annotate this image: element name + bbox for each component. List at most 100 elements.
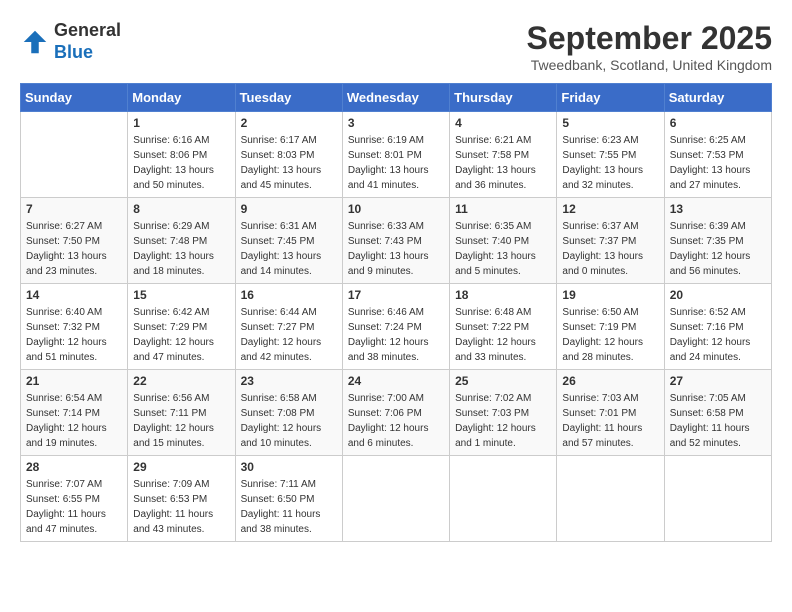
calendar-day-cell bbox=[664, 456, 771, 542]
calendar-day-cell bbox=[557, 456, 664, 542]
logo-line2: Blue bbox=[54, 42, 121, 64]
day-number: 19 bbox=[562, 288, 658, 302]
day-info: Sunrise: 6:52 AM Sunset: 7:16 PM Dayligh… bbox=[670, 305, 766, 365]
day-number: 23 bbox=[241, 374, 337, 388]
calendar-week-row: 1 Sunrise: 6:16 AM Sunset: 8:06 PM Dayli… bbox=[21, 112, 772, 198]
day-number: 1 bbox=[133, 116, 229, 130]
calendar-day-cell bbox=[21, 112, 128, 198]
day-number: 29 bbox=[133, 460, 229, 474]
calendar-day-cell: 11 Sunrise: 6:35 AM Sunset: 7:40 PM Dayl… bbox=[450, 198, 557, 284]
day-number: 13 bbox=[670, 202, 766, 216]
day-info: Sunrise: 7:00 AM Sunset: 7:06 PM Dayligh… bbox=[348, 391, 444, 451]
calendar-day-cell: 28 Sunrise: 7:07 AM Sunset: 6:55 PM Dayl… bbox=[21, 456, 128, 542]
logo-icon bbox=[20, 27, 50, 57]
day-number: 21 bbox=[26, 374, 122, 388]
location: Tweedbank, Scotland, United Kingdom bbox=[527, 57, 772, 73]
day-number: 7 bbox=[26, 202, 122, 216]
day-info: Sunrise: 6:25 AM Sunset: 7:53 PM Dayligh… bbox=[670, 133, 766, 193]
calendar-day-cell: 3 Sunrise: 6:19 AM Sunset: 8:01 PM Dayli… bbox=[342, 112, 449, 198]
calendar-day-cell: 30 Sunrise: 7:11 AM Sunset: 6:50 PM Dayl… bbox=[235, 456, 342, 542]
calendar-day-cell: 25 Sunrise: 7:02 AM Sunset: 7:03 PM Dayl… bbox=[450, 370, 557, 456]
weekday-header: Saturday bbox=[664, 84, 771, 112]
header: General Blue September 2025 Tweedbank, S… bbox=[20, 20, 772, 73]
calendar-day-cell: 17 Sunrise: 6:46 AM Sunset: 7:24 PM Dayl… bbox=[342, 284, 449, 370]
day-info: Sunrise: 6:48 AM Sunset: 7:22 PM Dayligh… bbox=[455, 305, 551, 365]
day-number: 28 bbox=[26, 460, 122, 474]
day-number: 16 bbox=[241, 288, 337, 302]
calendar-day-cell: 15 Sunrise: 6:42 AM Sunset: 7:29 PM Dayl… bbox=[128, 284, 235, 370]
weekday-header: Friday bbox=[557, 84, 664, 112]
weekday-header: Tuesday bbox=[235, 84, 342, 112]
day-info: Sunrise: 7:05 AM Sunset: 6:58 PM Dayligh… bbox=[670, 391, 766, 451]
day-info: Sunrise: 6:33 AM Sunset: 7:43 PM Dayligh… bbox=[348, 219, 444, 279]
calendar: SundayMondayTuesdayWednesdayThursdayFrid… bbox=[20, 83, 772, 542]
day-info: Sunrise: 7:09 AM Sunset: 6:53 PM Dayligh… bbox=[133, 477, 229, 537]
calendar-day-cell: 18 Sunrise: 6:48 AM Sunset: 7:22 PM Dayl… bbox=[450, 284, 557, 370]
logo-text: General Blue bbox=[54, 20, 121, 63]
day-number: 8 bbox=[133, 202, 229, 216]
day-info: Sunrise: 6:35 AM Sunset: 7:40 PM Dayligh… bbox=[455, 219, 551, 279]
header-row: SundayMondayTuesdayWednesdayThursdayFrid… bbox=[21, 84, 772, 112]
day-info: Sunrise: 6:16 AM Sunset: 8:06 PM Dayligh… bbox=[133, 133, 229, 193]
day-number: 5 bbox=[562, 116, 658, 130]
day-number: 20 bbox=[670, 288, 766, 302]
day-number: 14 bbox=[26, 288, 122, 302]
calendar-day-cell: 27 Sunrise: 7:05 AM Sunset: 6:58 PM Dayl… bbox=[664, 370, 771, 456]
calendar-day-cell: 4 Sunrise: 6:21 AM Sunset: 7:58 PM Dayli… bbox=[450, 112, 557, 198]
calendar-day-cell: 2 Sunrise: 6:17 AM Sunset: 8:03 PM Dayli… bbox=[235, 112, 342, 198]
month-year: September 2025 bbox=[527, 20, 772, 57]
day-number: 9 bbox=[241, 202, 337, 216]
title-area: September 2025 Tweedbank, Scotland, Unit… bbox=[527, 20, 772, 73]
day-info: Sunrise: 7:03 AM Sunset: 7:01 PM Dayligh… bbox=[562, 391, 658, 451]
calendar-day-cell: 22 Sunrise: 6:56 AM Sunset: 7:11 PM Dayl… bbox=[128, 370, 235, 456]
day-number: 15 bbox=[133, 288, 229, 302]
weekday-header: Wednesday bbox=[342, 84, 449, 112]
day-info: Sunrise: 7:07 AM Sunset: 6:55 PM Dayligh… bbox=[26, 477, 122, 537]
day-info: Sunrise: 7:11 AM Sunset: 6:50 PM Dayligh… bbox=[241, 477, 337, 537]
day-number: 11 bbox=[455, 202, 551, 216]
day-info: Sunrise: 6:27 AM Sunset: 7:50 PM Dayligh… bbox=[26, 219, 122, 279]
calendar-week-row: 7 Sunrise: 6:27 AM Sunset: 7:50 PM Dayli… bbox=[21, 198, 772, 284]
day-info: Sunrise: 6:17 AM Sunset: 8:03 PM Dayligh… bbox=[241, 133, 337, 193]
calendar-week-row: 14 Sunrise: 6:40 AM Sunset: 7:32 PM Dayl… bbox=[21, 284, 772, 370]
day-number: 24 bbox=[348, 374, 444, 388]
day-info: Sunrise: 7:02 AM Sunset: 7:03 PM Dayligh… bbox=[455, 391, 551, 451]
day-info: Sunrise: 6:39 AM Sunset: 7:35 PM Dayligh… bbox=[670, 219, 766, 279]
day-number: 25 bbox=[455, 374, 551, 388]
calendar-day-cell: 14 Sunrise: 6:40 AM Sunset: 7:32 PM Dayl… bbox=[21, 284, 128, 370]
day-info: Sunrise: 6:31 AM Sunset: 7:45 PM Dayligh… bbox=[241, 219, 337, 279]
calendar-day-cell: 29 Sunrise: 7:09 AM Sunset: 6:53 PM Dayl… bbox=[128, 456, 235, 542]
calendar-week-row: 21 Sunrise: 6:54 AM Sunset: 7:14 PM Dayl… bbox=[21, 370, 772, 456]
calendar-day-cell: 6 Sunrise: 6:25 AM Sunset: 7:53 PM Dayli… bbox=[664, 112, 771, 198]
day-info: Sunrise: 6:29 AM Sunset: 7:48 PM Dayligh… bbox=[133, 219, 229, 279]
day-number: 18 bbox=[455, 288, 551, 302]
calendar-day-cell: 23 Sunrise: 6:58 AM Sunset: 7:08 PM Dayl… bbox=[235, 370, 342, 456]
day-info: Sunrise: 6:50 AM Sunset: 7:19 PM Dayligh… bbox=[562, 305, 658, 365]
calendar-day-cell: 20 Sunrise: 6:52 AM Sunset: 7:16 PM Dayl… bbox=[664, 284, 771, 370]
weekday-header: Thursday bbox=[450, 84, 557, 112]
day-number: 2 bbox=[241, 116, 337, 130]
calendar-day-cell bbox=[450, 456, 557, 542]
day-number: 4 bbox=[455, 116, 551, 130]
day-number: 3 bbox=[348, 116, 444, 130]
calendar-day-cell: 12 Sunrise: 6:37 AM Sunset: 7:37 PM Dayl… bbox=[557, 198, 664, 284]
calendar-day-cell bbox=[342, 456, 449, 542]
calendar-day-cell: 8 Sunrise: 6:29 AM Sunset: 7:48 PM Dayli… bbox=[128, 198, 235, 284]
day-info: Sunrise: 6:42 AM Sunset: 7:29 PM Dayligh… bbox=[133, 305, 229, 365]
day-number: 17 bbox=[348, 288, 444, 302]
calendar-day-cell: 5 Sunrise: 6:23 AM Sunset: 7:55 PM Dayli… bbox=[557, 112, 664, 198]
day-info: Sunrise: 6:44 AM Sunset: 7:27 PM Dayligh… bbox=[241, 305, 337, 365]
day-info: Sunrise: 6:56 AM Sunset: 7:11 PM Dayligh… bbox=[133, 391, 229, 451]
calendar-day-cell: 24 Sunrise: 7:00 AM Sunset: 7:06 PM Dayl… bbox=[342, 370, 449, 456]
day-number: 30 bbox=[241, 460, 337, 474]
day-number: 10 bbox=[348, 202, 444, 216]
day-number: 22 bbox=[133, 374, 229, 388]
calendar-day-cell: 21 Sunrise: 6:54 AM Sunset: 7:14 PM Dayl… bbox=[21, 370, 128, 456]
day-number: 12 bbox=[562, 202, 658, 216]
calendar-day-cell: 10 Sunrise: 6:33 AM Sunset: 7:43 PM Dayl… bbox=[342, 198, 449, 284]
calendar-day-cell: 16 Sunrise: 6:44 AM Sunset: 7:27 PM Dayl… bbox=[235, 284, 342, 370]
day-info: Sunrise: 6:40 AM Sunset: 7:32 PM Dayligh… bbox=[26, 305, 122, 365]
calendar-day-cell: 9 Sunrise: 6:31 AM Sunset: 7:45 PM Dayli… bbox=[235, 198, 342, 284]
calendar-day-cell: 19 Sunrise: 6:50 AM Sunset: 7:19 PM Dayl… bbox=[557, 284, 664, 370]
calendar-day-cell: 13 Sunrise: 6:39 AM Sunset: 7:35 PM Dayl… bbox=[664, 198, 771, 284]
